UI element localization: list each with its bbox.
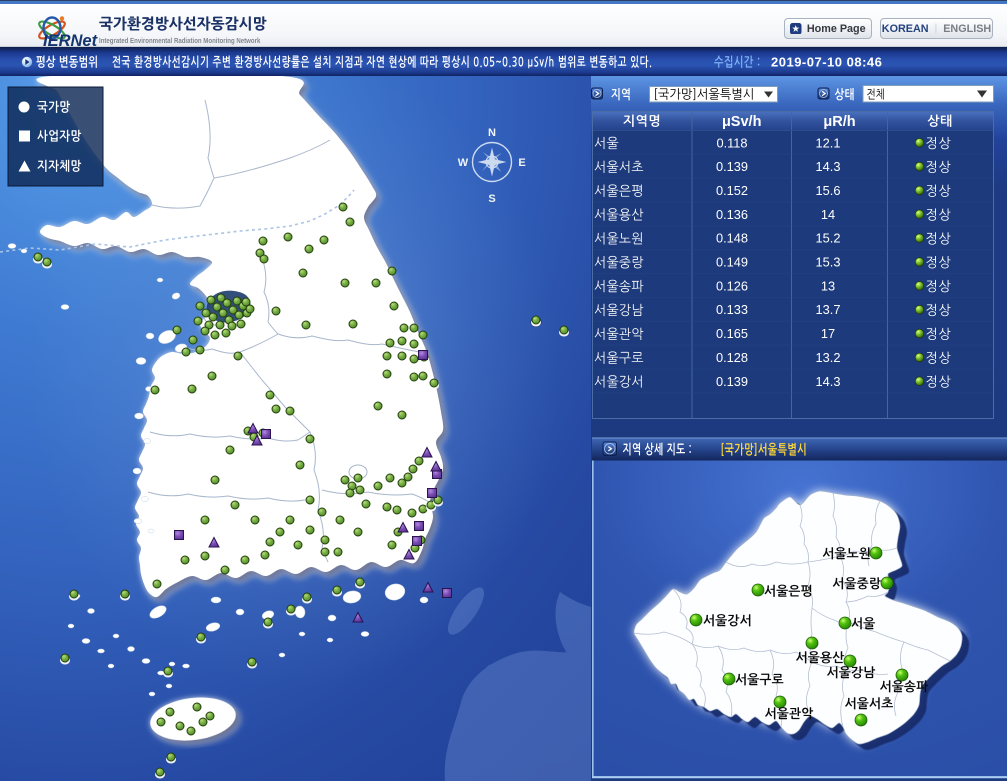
svg-text:0.128: 0.128 (716, 350, 748, 365)
svg-text:13.2: 13.2 (816, 350, 841, 365)
svg-text:0.152: 0.152 (716, 183, 748, 198)
svg-text:μSv/h: μSv/h (722, 114, 762, 130)
svg-text:15.6: 15.6 (816, 183, 841, 198)
svg-text:0.136: 0.136 (716, 207, 748, 222)
svg-text:0.118: 0.118 (716, 135, 747, 150)
svg-text:E: E (518, 157, 525, 169)
svg-text:2019-07-10 08:46: 2019-07-10 08:46 (771, 55, 882, 70)
svg-text:14.3: 14.3 (816, 374, 841, 389)
svg-text:μR/h: μR/h (823, 114, 855, 130)
svg-text:0.148: 0.148 (716, 231, 748, 246)
svg-text:0.149: 0.149 (716, 255, 748, 270)
svg-text:15.3: 15.3 (816, 255, 841, 270)
svg-text:15.2: 15.2 (816, 231, 841, 246)
svg-text:13: 13 (821, 278, 835, 293)
svg-text:S: S (488, 193, 495, 205)
svg-text:N: N (488, 127, 496, 139)
svg-text:17: 17 (821, 326, 835, 341)
svg-text:W: W (458, 157, 469, 169)
svg-text:0.139: 0.139 (716, 159, 748, 174)
svg-text:14: 14 (821, 207, 835, 222)
svg-text:0.139: 0.139 (716, 374, 748, 389)
svg-text:13.7: 13.7 (816, 302, 841, 317)
svg-text:0.133: 0.133 (716, 302, 748, 317)
svg-text:0.165: 0.165 (716, 326, 748, 341)
svg-text:0.126: 0.126 (716, 278, 748, 293)
svg-text:14.3: 14.3 (816, 159, 841, 174)
svg-text:12.1: 12.1 (816, 135, 841, 150)
